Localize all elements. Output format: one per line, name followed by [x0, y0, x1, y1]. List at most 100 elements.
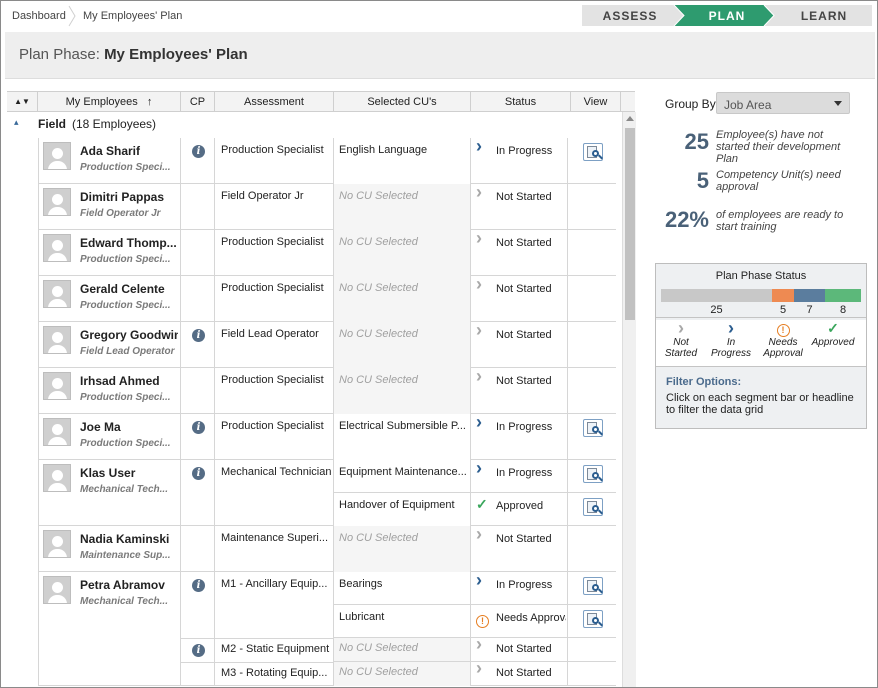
legend-item[interactable]: › Not Started — [656, 318, 706, 359]
group-by-select[interactable]: Job Area — [716, 92, 850, 114]
view-details-icon[interactable] — [583, 577, 603, 595]
employee-row[interactable]: Klas User Mechanical Tech... i Mechanical T… — [38, 458, 616, 526]
chevron-right-icon: › — [476, 658, 482, 678]
employee-row[interactable]: Nadia Kaminski Maintenance Sup... Maintena… — [38, 524, 616, 572]
employee-name[interactable]: Gregory Goodwin — [80, 328, 178, 342]
view-details-icon[interactable] — [583, 419, 603, 437]
info-icon[interactable]: i — [192, 421, 205, 434]
employee-row[interactable]: Petra Abramov Mechanical Tech... i M1 - Anc… — [38, 570, 616, 686]
scroll-thumb[interactable] — [625, 128, 635, 320]
employee-row[interactable]: Edward Thomp... Production Speci... Produc… — [38, 228, 616, 276]
employee-name[interactable]: Klas User — [80, 466, 178, 480]
employee-name[interactable]: Dimitri Pappas — [80, 190, 178, 204]
group-row-field[interactable]: ▴ Field (18 Employees) — [7, 112, 622, 138]
chevron-right-icon: › — [678, 318, 684, 338]
employee-row[interactable]: Joe Ma Production Speci... i Production Spe… — [38, 412, 616, 460]
kpi-not-started[interactable]: 25 Employee(s) have not started their de… — [655, 129, 867, 169]
employee-cell[interactable]: Petra Abramov Mechanical Tech... — [38, 572, 181, 685]
cu-row[interactable]: Bearings › In Progress — [334, 570, 616, 605]
cu-row[interactable]: Electrical Submersible P... › In Progress — [334, 412, 616, 460]
chevron-right-icon: › — [476, 136, 482, 156]
status-segment[interactable] — [794, 289, 825, 302]
status-segment[interactable] — [825, 289, 861, 302]
employee-cell[interactable]: Edward Thomp... Production Speci... — [38, 230, 181, 275]
employee-name[interactable]: Joe Ma — [80, 420, 178, 434]
cu-row[interactable]: Handover of Equipment ✓ Approved — [334, 493, 616, 526]
kpi-ready-training[interactable]: 22% of employees are ready to start trai… — [655, 207, 867, 238]
employee-name[interactable]: Nadia Kaminski — [80, 532, 178, 546]
cu-row[interactable]: No CU Selected › Not Started — [334, 182, 616, 230]
cu-row[interactable]: Lubricant! Needs Approval — [334, 605, 616, 638]
cu-row[interactable]: No CU Selected › Not Started — [334, 228, 616, 276]
cu-row[interactable]: No CU Selected › Not Started — [334, 658, 616, 686]
employee-cell[interactable]: Irhsad Ahmed Production Speci... — [38, 368, 181, 413]
col-selected-cus[interactable]: Selected CU's — [334, 92, 471, 112]
info-icon[interactable]: i — [192, 579, 205, 592]
assessment-name: Field Operator Jr — [221, 190, 304, 202]
cu-name: English Language — [339, 144, 428, 156]
avatar-head — [52, 240, 63, 251]
view-details-icon[interactable] — [583, 143, 603, 161]
employee-cell[interactable]: Gerald Celente Production Speci... — [38, 276, 181, 321]
legend-item[interactable]: ✓ Approved — [808, 320, 858, 348]
avatar-body — [48, 345, 67, 353]
breadcrumb-dashboard[interactable]: Dashboard — [12, 10, 66, 22]
status-segment-bar[interactable]: 25 5 7 8 — [661, 289, 861, 316]
view-details-icon[interactable] — [583, 465, 603, 483]
info-icon[interactable]: i — [192, 145, 205, 158]
employee-name[interactable]: Petra Abramov — [80, 578, 178, 592]
employee-cell[interactable]: Ada Sharif Production Speci... — [38, 138, 181, 183]
magnifier-handle — [598, 430, 603, 436]
employee-row[interactable]: Gregory Goodwin Field Lead Operator i Field… — [38, 320, 616, 368]
info-icon[interactable]: i — [192, 329, 205, 342]
grid-scrollbar[interactable] — [622, 112, 636, 687]
kpi-need-approval[interactable]: 5 Competency Unit(s) need approval — [655, 168, 867, 197]
col-status[interactable]: Status — [471, 92, 571, 112]
avatar-head — [52, 582, 63, 593]
employee-cell[interactable]: Nadia Kaminski Maintenance Sup... — [38, 526, 181, 571]
employee-name[interactable]: Gerald Celente — [80, 282, 178, 296]
status-cell: ✓ Approved — [471, 493, 568, 526]
employee-row[interactable]: Ada Sharif Production Speci... i Production… — [38, 136, 616, 184]
step-learn[interactable]: LEARN — [776, 5, 872, 26]
cu-row[interactable]: No CU Selected › Not Started — [334, 524, 616, 572]
legend-item[interactable]: › In Progress — [706, 319, 756, 359]
employee-name[interactable]: Ada Sharif — [80, 144, 178, 158]
scroll-up-icon[interactable] — [626, 116, 634, 121]
cu-row[interactable]: No CU Selected › Not Started — [334, 320, 616, 368]
col-my-employees[interactable]: My Employees ↑ — [38, 92, 181, 112]
sort-toggle-icon[interactable]: ▲▼ — [7, 92, 38, 112]
info-icon[interactable]: i — [192, 467, 205, 480]
filter-description: Click on each segment bar or headline to… — [666, 392, 854, 416]
col-assessment[interactable]: Assessment — [215, 92, 334, 112]
avatar-body — [48, 437, 67, 445]
col-view[interactable]: View — [571, 92, 621, 112]
employee-cell[interactable]: Joe Ma Production Speci... — [38, 414, 181, 459]
employee-name[interactable]: Edward Thomp... — [80, 236, 178, 250]
status-segment[interactable] — [661, 289, 772, 302]
view-details-icon[interactable] — [583, 610, 603, 628]
collapse-icon[interactable]: ▴ — [14, 117, 19, 128]
legend-item[interactable]: ! Needs Approval — [758, 320, 808, 359]
cu-row[interactable]: English Language › In Progress — [334, 136, 616, 184]
status-cell: › Not Started — [471, 228, 568, 276]
employee-name[interactable]: Irhsad Ahmed — [80, 374, 178, 388]
step-assess[interactable]: ASSESS — [582, 5, 678, 26]
cu-row[interactable]: No CU Selected › Not Started — [334, 366, 616, 414]
cu-row[interactable]: No CU Selected › Not Started — [334, 634, 616, 662]
employee-row[interactable]: Dimitri Pappas Field Operator Jr Field Ope… — [38, 182, 616, 230]
cu-row[interactable]: No CU Selected › Not Started — [334, 274, 616, 322]
info-icon[interactable]: i — [192, 644, 205, 657]
employee-row[interactable]: Gerald Celente Production Speci... Product… — [38, 274, 616, 322]
step-plan[interactable]: PLAN — [682, 5, 772, 26]
employee-row[interactable]: Irhsad Ahmed Production Speci... Productio… — [38, 366, 616, 414]
col-cp[interactable]: CP — [181, 92, 215, 112]
view-cell — [568, 230, 616, 276]
status-text: Not Started — [496, 237, 552, 249]
cu-row[interactable]: Equipment Maintenance... › In Progress — [334, 458, 616, 493]
employee-cell[interactable]: Gregory Goodwin Field Lead Operator — [38, 322, 181, 367]
view-details-icon[interactable] — [583, 498, 603, 516]
employee-cell[interactable]: Klas User Mechanical Tech... — [38, 460, 181, 525]
status-segment[interactable] — [772, 289, 794, 302]
employee-cell[interactable]: Dimitri Pappas Field Operator Jr — [38, 184, 181, 229]
